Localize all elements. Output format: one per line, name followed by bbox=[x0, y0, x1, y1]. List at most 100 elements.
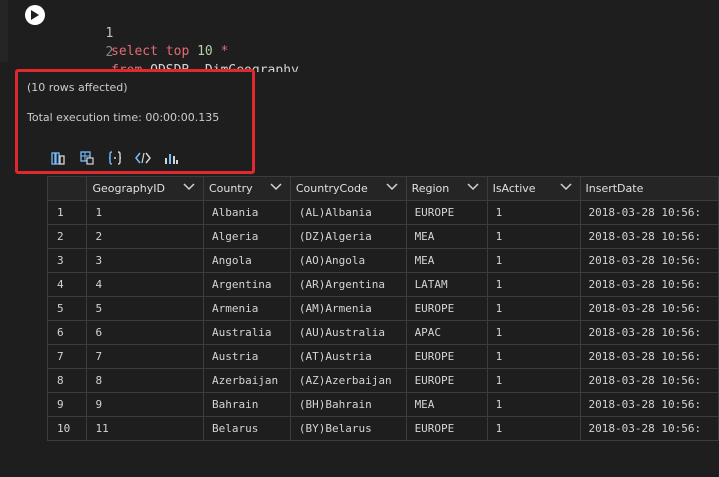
table-cell[interactable]: (BH)Bahrain bbox=[289, 392, 407, 417]
code-line-2[interactable]: 2 from ODSDB..DimGeography bbox=[0, 26, 719, 78]
results-grid[interactable]: GeographyID Country CountryCode Region I… bbox=[47, 176, 719, 448]
table-cell[interactable]: 2018-03-28 10:56: bbox=[579, 344, 719, 369]
column-header-geographyid[interactable]: GeographyID bbox=[86, 176, 204, 201]
table-cell[interactable]: 1 bbox=[486, 368, 581, 393]
table-cell[interactable]: APAC bbox=[405, 320, 488, 345]
table-cell[interactable]: 1 bbox=[486, 272, 581, 297]
table-cell[interactable]: 1 bbox=[486, 224, 581, 249]
row-number-cell[interactable]: 7 bbox=[47, 344, 88, 369]
chevron-down-icon[interactable] bbox=[270, 183, 282, 191]
table-cell[interactable]: 2018-03-28 10:56: bbox=[579, 416, 719, 441]
table-row[interactable]: 9 9 Bahrain (BH)Bahrain MEA 1 2018-03-28 10:56… bbox=[47, 392, 719, 417]
table-cell[interactable]: 2018-03-28 10:56: bbox=[579, 272, 719, 297]
row-number-cell[interactable]: 9 bbox=[47, 392, 88, 417]
table-cell[interactable]: Austria bbox=[202, 344, 291, 369]
table-row[interactable]: 3 3 Angola (AO)Angola MEA 1 2018-03-28 10:56: bbox=[47, 248, 719, 273]
table-cell[interactable]: Angola bbox=[202, 248, 291, 273]
table-cell[interactable]: 7 bbox=[86, 344, 204, 369]
table-cell[interactable]: (AZ)Azerbaijan bbox=[289, 368, 407, 393]
column-header-countrycode[interactable]: CountryCode bbox=[289, 176, 407, 201]
table-cell[interactable]: 2018-03-28 10:56: bbox=[579, 224, 719, 249]
table-row[interactable]: 2 2 Algeria (DZ)Algeria MEA 1 2018-03-28 10:56… bbox=[47, 224, 719, 249]
row-number-cell[interactable]: 6 bbox=[47, 320, 88, 345]
table-row[interactable]: 10 11 Belarus (BY)Belarus EUROPE 1 2018-03-28 … bbox=[47, 416, 719, 441]
save-xml-icon[interactable] bbox=[135, 150, 151, 166]
table-cell[interactable]: MEA bbox=[405, 224, 488, 249]
table-cell[interactable]: MEA bbox=[405, 392, 488, 417]
table-cell[interactable]: 11 bbox=[86, 416, 204, 441]
table-cell[interactable]: EUROPE bbox=[405, 200, 488, 225]
save-json-icon[interactable] bbox=[107, 150, 123, 166]
table-row[interactable]: 7 7 Austria (AT)Austria EUROPE 1 2018-03-28 10… bbox=[47, 344, 719, 369]
row-number-cell[interactable]: 1 bbox=[47, 200, 88, 225]
table-cell[interactable]: EUROPE bbox=[405, 296, 488, 321]
table-cell[interactable]: 1 bbox=[486, 320, 581, 345]
chevron-down-icon[interactable] bbox=[183, 183, 195, 191]
table-cell[interactable]: (BY)Belarus bbox=[289, 416, 407, 441]
row-number-cell[interactable]: 2 bbox=[47, 224, 88, 249]
table-cell[interactable]: 2 bbox=[86, 224, 204, 249]
chart-icon[interactable] bbox=[163, 150, 179, 166]
table-cell[interactable]: 2018-03-28 10:56: bbox=[579, 200, 719, 225]
table-row[interactable]: 1 1 Albania (AL)Albania EUROPE 1 2018-03-28 10… bbox=[47, 200, 719, 225]
table-cell[interactable]: EUROPE bbox=[405, 344, 488, 369]
save-excel-icon[interactable] bbox=[79, 150, 95, 166]
chevron-down-icon[interactable] bbox=[386, 183, 398, 191]
chevron-down-icon[interactable] bbox=[467, 183, 479, 191]
table-cell[interactable]: LATAM bbox=[405, 272, 488, 297]
table-cell[interactable]: EUROPE bbox=[405, 368, 488, 393]
column-header-country[interactable]: Country bbox=[202, 176, 291, 201]
table-cell[interactable]: Australia bbox=[202, 320, 291, 345]
table-cell[interactable]: (AO)Angola bbox=[289, 248, 407, 273]
table-cell[interactable]: Armenia bbox=[202, 296, 291, 321]
table-cell[interactable]: 2018-03-28 10:56: bbox=[579, 368, 719, 393]
column-header-region[interactable]: Region bbox=[405, 176, 488, 201]
query-editor[interactable]: 1 select top 10 * 2 from ODSDB..DimGeogr… bbox=[0, 0, 719, 78]
table-cell[interactable]: 9 bbox=[86, 392, 204, 417]
table-cell[interactable]: 1 bbox=[86, 200, 204, 225]
table-row[interactable]: 4 4 Argentina (AR)Argentina LATAM 1 2018-03-28… bbox=[47, 272, 719, 297]
table-cell[interactable]: 5 bbox=[86, 296, 204, 321]
table-cell[interactable]: Belarus bbox=[202, 416, 291, 441]
table-cell[interactable]: (DZ)Algeria bbox=[289, 224, 407, 249]
table-cell[interactable]: 2018-03-28 10:56: bbox=[579, 296, 719, 321]
row-number-cell[interactable]: 4 bbox=[47, 272, 88, 297]
row-number-cell[interactable]: 3 bbox=[47, 248, 88, 273]
table-cell[interactable]: 2018-03-28 10:56: bbox=[579, 392, 719, 417]
table-cell[interactable]: (AM)Armenia bbox=[289, 296, 407, 321]
table-cell[interactable]: Albania bbox=[202, 200, 291, 225]
row-number-cell[interactable]: 5 bbox=[47, 296, 88, 321]
table-cell[interactable]: 8 bbox=[86, 368, 204, 393]
table-cell[interactable]: 6 bbox=[86, 320, 204, 345]
table-cell[interactable]: 3 bbox=[86, 248, 204, 273]
table-cell[interactable]: EUROPE bbox=[405, 416, 488, 441]
row-number-cell[interactable]: 8 bbox=[47, 368, 88, 393]
table-row[interactable]: 8 8 Azerbaijan (AZ)Azerbaijan EUROPE 1 2018-03… bbox=[47, 368, 719, 393]
table-cell[interactable]: 2018-03-28 10:56: bbox=[579, 320, 719, 345]
table-cell[interactable]: (AT)Austria bbox=[289, 344, 407, 369]
table-cell[interactable]: 1 bbox=[486, 344, 581, 369]
table-row[interactable]: 6 6 Australia (AU)Australia APAC 1 2018-03-28 … bbox=[47, 320, 719, 345]
row-number-cell[interactable]: 10 bbox=[47, 416, 88, 441]
table-cell[interactable]: 1 bbox=[486, 200, 581, 225]
table-cell[interactable]: Azerbaijan bbox=[202, 368, 291, 393]
table-cell[interactable]: 2018-03-28 10:56: bbox=[579, 248, 719, 273]
table-cell[interactable]: 1 bbox=[486, 416, 581, 441]
table-cell[interactable]: (AL)Albania bbox=[289, 200, 407, 225]
table-cell[interactable]: (AR)Argentina bbox=[289, 272, 407, 297]
column-header-isactive[interactable]: IsActive bbox=[486, 176, 581, 201]
table-cell[interactable]: (AU)Australia bbox=[289, 320, 407, 345]
table-cell[interactable]: Bahrain bbox=[202, 392, 291, 417]
table-row[interactable]: 5 5 Armenia (AM)Armenia EUROPE 1 2018-03-28 10… bbox=[47, 296, 719, 321]
table-cell[interactable]: 1 bbox=[486, 392, 581, 417]
column-header-insertdate[interactable]: InsertDate bbox=[579, 176, 719, 201]
chevron-down-icon[interactable] bbox=[559, 183, 572, 191]
table-cell[interactable]: 1 bbox=[486, 248, 581, 273]
code-line-1[interactable]: 1 select top 10 * bbox=[0, 7, 719, 59]
table-cell[interactable]: MEA bbox=[405, 248, 488, 273]
table-cell[interactable]: Algeria bbox=[202, 224, 291, 249]
table-cell[interactable]: 1 bbox=[486, 296, 581, 321]
table-cell[interactable]: 4 bbox=[86, 272, 204, 297]
save-csv-icon[interactable] bbox=[50, 150, 66, 166]
table-cell[interactable]: Argentina bbox=[202, 272, 291, 297]
